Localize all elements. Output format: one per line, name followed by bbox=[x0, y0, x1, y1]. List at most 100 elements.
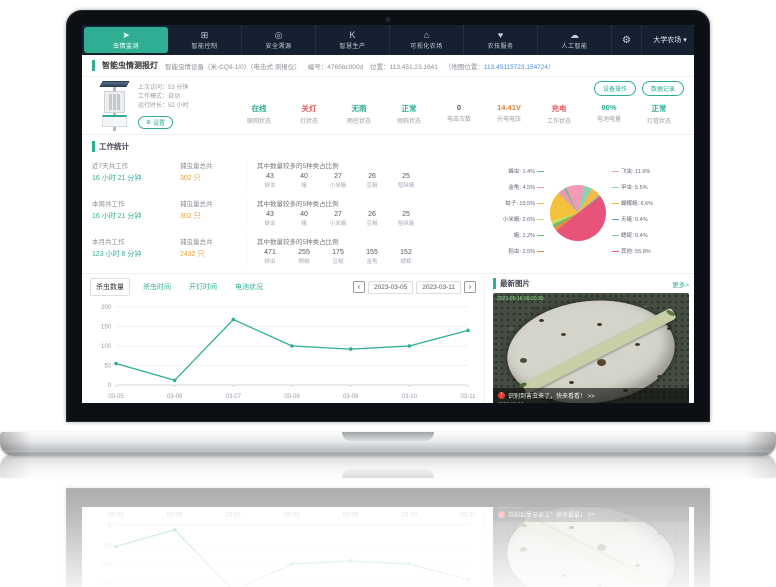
svg-text:03-06: 03-06 bbox=[167, 394, 183, 400]
dashboard-screen: ➤虫情监测⊞智能控制◎安全溯源K智慧生产⌂可视化农场♥农技服务☁人工智能 ⚙ 大… bbox=[82, 25, 694, 403]
accent-bar bbox=[92, 141, 95, 152]
pie-leader-line bbox=[537, 203, 544, 204]
trap-photo[interactable]: 2023-05-16 09:20:30 ! 识别到害虫来了，快来看看！ >> 2… bbox=[493, 293, 689, 403]
alert-text[interactable]: 识别到害虫来了，快来看看！ >> bbox=[508, 391, 595, 400]
species-count: 25 bbox=[393, 173, 419, 180]
next-date-button[interactable]: › bbox=[464, 281, 476, 293]
tab-0[interactable]: 杀虫数量 bbox=[90, 278, 130, 296]
species-item: 471蚜虫 bbox=[257, 249, 283, 265]
svg-text:03-08: 03-08 bbox=[284, 510, 300, 516]
photo-alert-strip: ! 识别到害虫来了，快来看看！ >> 2023-05-16 bbox=[493, 388, 689, 403]
species-count: 27 bbox=[325, 173, 351, 180]
species-item: 40蛾 bbox=[291, 173, 317, 189]
work-stats-title: 工作统计 bbox=[99, 141, 129, 152]
prev-date-button[interactable]: ‹ bbox=[353, 281, 365, 293]
device-code: 编号：4765bc000d bbox=[308, 61, 363, 71]
device-action-button-0[interactable]: 设备操作 bbox=[594, 81, 636, 96]
map-open-paren: （地图位置： bbox=[445, 64, 484, 71]
nav-item-panel[interactable]: ⊞智能控制 bbox=[168, 25, 242, 55]
trap-photo: 2023-05-16 09:20:30 ! 识别到害虫来了，快来看看！ >> 2… bbox=[493, 507, 689, 587]
bottom-panels: 杀虫数量杀虫时间开灯时间电池状况 ‹ 2023-03-05 2023-03-11… bbox=[82, 507, 694, 587]
svg-text:100: 100 bbox=[101, 560, 112, 566]
nav-item-label: 可视化农场 bbox=[410, 41, 443, 50]
laptop-reflection: ➤虫情监测⊞智能控制◎安全溯源K智慧生产⌂可视化农场♥农技服务☁人工智能 ⚙ 大… bbox=[0, 450, 776, 587]
photo-panel: 最新图片 更多> 2023-05-16 09:20:30 bbox=[485, 274, 694, 403]
pie-label: 小米蛾: 2.6% bbox=[503, 215, 544, 223]
webcam-dot bbox=[386, 17, 391, 22]
nav-item-production[interactable]: K智慧生产 bbox=[316, 25, 390, 55]
device-info-bar: 智能虫情测报灯 智能虫情设备（米-CQ9-1/0）（电击式 测报仪） 编号：47… bbox=[82, 55, 694, 77]
date-from-input[interactable]: 2023-03-05 bbox=[368, 281, 413, 294]
farm-selector-dropdown[interactable]: 大学农场 ▾ bbox=[642, 25, 694, 55]
status-item: 关灯灯状态 bbox=[284, 103, 334, 125]
photo-panel: 最新图片 更多> 2023-05-16 09:20:30 bbox=[485, 507, 694, 587]
nav-item-farm[interactable]: ⌂可视化农场 bbox=[390, 25, 464, 55]
species-name: 蟋蟀 bbox=[393, 257, 419, 265]
nav-item-cursor[interactable]: ➤虫情监测 bbox=[84, 27, 168, 53]
nav-item-ai[interactable]: ☁人工智能 bbox=[538, 25, 612, 55]
more-link[interactable]: 更多> bbox=[672, 279, 689, 289]
status-label: 雨控状态 bbox=[334, 116, 384, 125]
species-count: 43 bbox=[257, 211, 283, 218]
nav-item-label: 安全溯源 bbox=[265, 41, 291, 50]
laptop-base bbox=[0, 432, 776, 456]
species-name: 蚜虫 bbox=[257, 219, 283, 227]
species-item: 43蚜虫 bbox=[257, 173, 283, 189]
status-value: 正常 bbox=[384, 103, 434, 114]
status-item: 在线联网状态 bbox=[234, 103, 284, 125]
svg-text:03-07: 03-07 bbox=[226, 394, 242, 400]
work-catch: 捕虫量总共2432 只 bbox=[180, 236, 246, 259]
species-count: 43 bbox=[257, 173, 283, 180]
pie-area: 蜂虫: 1.4%金龟: 4.5%蚊子: 19.5%小米蛾: 2.6%蛾: 2.2… bbox=[472, 155, 684, 271]
tab-2[interactable]: 开灯时间 bbox=[184, 279, 222, 295]
pie-leader-line bbox=[537, 219, 544, 220]
pie-leader-line bbox=[612, 251, 619, 252]
pie-label-text: 天蛾: 0.4% bbox=[621, 215, 648, 223]
laptop-base bbox=[0, 454, 776, 478]
species-item: 175豆蛾 bbox=[325, 249, 351, 265]
line-chart-svg: 05010015020003-0503-0603-0703-0803-0903-… bbox=[90, 507, 476, 587]
trend-panel: 杀虫数量杀虫时间开灯时间电池状况 ‹ 2023-03-05 2023-03-11… bbox=[82, 274, 485, 403]
catch-label: 捕虫量总共 bbox=[180, 236, 246, 246]
species-name: 蚜虫 bbox=[257, 257, 283, 265]
species-count: 27 bbox=[325, 211, 351, 218]
svg-text:03-10: 03-10 bbox=[402, 510, 418, 516]
species-count: 40 bbox=[291, 211, 317, 218]
status-value: 正常 bbox=[634, 103, 684, 114]
species-count: 26 bbox=[359, 173, 385, 180]
tab-3[interactable]: 电池状况 bbox=[230, 279, 268, 295]
svg-text:03-11: 03-11 bbox=[461, 510, 476, 516]
period-duration: 123 小时 6 分钟 bbox=[92, 249, 180, 259]
svg-text:0: 0 bbox=[108, 521, 112, 527]
alert-icon: ! bbox=[498, 392, 505, 399]
work-stats-section: 工作统计 近7天共工作16 小时 21 分钟捕虫量总共302 只其中数量较多的5… bbox=[82, 134, 694, 273]
tab-1[interactable]: 杀虫时间 bbox=[138, 279, 176, 295]
period-label: 本月共工作 bbox=[92, 236, 180, 246]
photo-panel-header: 最新图片 更多> bbox=[493, 278, 689, 289]
alert-date: 2023-05-16 bbox=[498, 507, 684, 508]
period-duration: 16 小时 21 分钟 bbox=[92, 211, 180, 221]
pie-leader-line bbox=[612, 219, 619, 220]
settings-button[interactable]: ⊕ 设置 bbox=[138, 116, 173, 129]
nav-item-service[interactable]: ♥农技服务 bbox=[464, 25, 538, 55]
nav-item-trace[interactable]: ◎安全溯源 bbox=[242, 25, 316, 55]
svg-text:200: 200 bbox=[101, 305, 112, 311]
svg-text:03-05: 03-05 bbox=[108, 510, 124, 516]
lamp-cabinet bbox=[102, 115, 127, 127]
species-item: 152蟋蟀 bbox=[393, 249, 419, 265]
gear-icon[interactable]: ⚙ bbox=[612, 25, 642, 55]
map-link[interactable]: 113.45115723.154724 bbox=[484, 64, 548, 71]
date-to-input[interactable]: 2023-03-11 bbox=[416, 281, 461, 294]
status-value: 关灯 bbox=[284, 103, 334, 114]
species-name: 稻纵蛾 bbox=[393, 219, 419, 227]
device-action-button-1[interactable]: 数据记录 bbox=[642, 81, 684, 96]
species-count: 471 bbox=[257, 249, 283, 256]
device-info-line: 上次访问：53 分钟 bbox=[138, 84, 234, 93]
trace-icon: ◎ bbox=[275, 30, 283, 40]
pie-label: 飞虫: 11.9% bbox=[612, 167, 650, 175]
status-label: 联网状态 bbox=[234, 116, 284, 125]
species-name: 螟蛾 bbox=[291, 257, 317, 265]
status-item: 正常倾斜状态 bbox=[384, 103, 434, 125]
service-icon: ♥ bbox=[498, 30, 503, 40]
device-map-location: （地图位置：113.45115723.154724） bbox=[445, 61, 555, 71]
